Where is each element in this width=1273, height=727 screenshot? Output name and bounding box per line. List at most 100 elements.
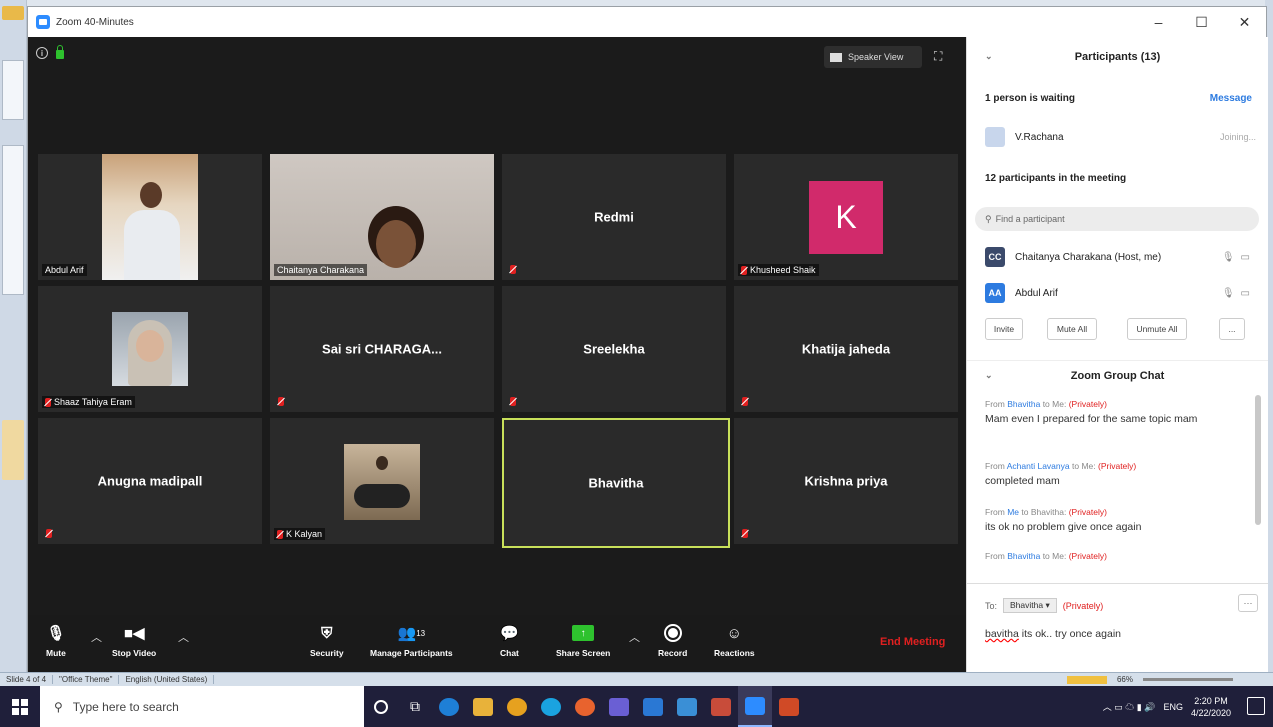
clock[interactable]: 2:20 PM 4/22/2020	[1191, 695, 1231, 719]
speaker-view-label: Speaker View	[848, 52, 904, 62]
participant-tile[interactable]: K Kalyan	[270, 418, 494, 544]
view-buttons[interactable]	[1066, 675, 1107, 684]
participant-tile[interactable]: Krishna priya	[734, 418, 958, 544]
muted-mic-icon	[510, 265, 516, 274]
collapse-chevron-icon[interactable]: ⌄	[985, 370, 993, 381]
speaker-view-button[interactable]: Speaker View	[824, 46, 922, 68]
chat-button[interactable]: 💬 Chat	[500, 623, 519, 658]
muted-mic-icon	[46, 529, 52, 538]
chat-scrollbar[interactable]	[1255, 395, 1261, 525]
share-screen-button[interactable]: ↑ Share Screen	[556, 623, 610, 658]
more-options-button[interactable]: ...	[1219, 318, 1245, 340]
chrome-icon[interactable]	[500, 686, 534, 727]
windows-taskbar: ⚲ Type here to search ⧉ ︿ ▭ ☁ ▮ 🔊 ENG 2:…	[0, 686, 1273, 727]
participant-tile[interactable]: K Khusheed Shaik	[734, 154, 958, 280]
zoom-slider[interactable]	[1143, 678, 1233, 681]
chat-input[interactable]: bavitha its ok.. try once again	[985, 628, 1121, 640]
chat-more-button[interactable]: ···	[1238, 594, 1258, 612]
chat-message: From Bhavitha to Me: (Privately) Mam eve…	[985, 399, 1198, 425]
mail-icon[interactable]	[636, 686, 670, 727]
share-screen-icon: ↑	[572, 623, 595, 643]
firefox-icon[interactable]	[568, 686, 602, 727]
reactions-button[interactable]: ☺ Reactions	[714, 623, 755, 659]
record-icon	[663, 623, 682, 643]
recipient-select[interactable]: Bhavitha ▾	[1003, 598, 1057, 613]
skype-icon[interactable]	[534, 686, 568, 727]
participant-tile[interactable]: Redmi	[502, 154, 726, 280]
participant-tile[interactable]: Shaaz Tahiya Eram	[38, 286, 262, 412]
cortana-icon[interactable]	[364, 686, 398, 727]
unmute-all-button[interactable]: Unmute All	[1127, 318, 1187, 340]
invite-button[interactable]: Invite	[985, 318, 1023, 340]
participant-video	[112, 312, 188, 386]
start-button[interactable]	[0, 686, 40, 727]
powerpoint-icon[interactable]	[772, 686, 806, 727]
participant-label: Shaaz Tahiya Eram	[42, 396, 135, 408]
participant-search-input[interactable]: ⚲ Find a participant	[975, 207, 1259, 231]
participant-tile[interactable]: Sreelekha	[502, 286, 726, 412]
participant-row[interactable]: AA Abdul Arif 🎙▭	[985, 281, 1256, 305]
taskbar-search-input[interactable]: ⚲ Type here to search	[40, 686, 364, 727]
fullscreen-icon[interactable]: ⛶	[934, 49, 948, 63]
mute-all-button[interactable]: Mute All	[1047, 318, 1097, 340]
close-button[interactable]: ✕	[1223, 7, 1266, 37]
security-button[interactable]: ⛨ Security	[310, 623, 344, 659]
participant-video	[270, 154, 494, 280]
share-options-chevron-icon[interactable]: ︿	[629, 629, 640, 645]
participant-name: Krishna priya	[804, 473, 888, 489]
edge-icon[interactable]	[432, 686, 466, 727]
avatar: AA	[985, 283, 1005, 303]
participant-tile[interactable]: Khatija jaheda	[734, 286, 958, 412]
notifications-icon[interactable]	[1247, 697, 1265, 715]
waiting-room-label: 1 person is waiting	[985, 93, 1076, 104]
meeting-info-icon[interactable]: i	[36, 47, 48, 59]
speaker-view-icon	[830, 52, 842, 62]
task-view-icon[interactable]: ⧉	[398, 686, 432, 727]
maximize-button[interactable]: ☐	[1180, 7, 1223, 37]
participant-tile[interactable]: Chaitanya Charakana	[270, 154, 494, 280]
participant-tile[interactable]: Anugna madipall	[38, 418, 262, 544]
participant-tile[interactable]: Abdul Arif	[38, 154, 262, 280]
record-button[interactable]: Record	[658, 623, 687, 658]
zoom-icon[interactable]	[738, 686, 772, 727]
stop-video-button[interactable]: ■◀ Stop Video	[112, 623, 156, 658]
muted-mic-icon	[742, 397, 748, 406]
app-icon[interactable]	[704, 686, 738, 727]
muted-mic-icon	[741, 265, 747, 275]
background-app-strip	[0, 0, 27, 672]
zoom-window: Zoom 40-Minutes – ☐ ✕ i Speaker View ⛶ A…	[27, 6, 1268, 673]
participant-video	[102, 154, 198, 280]
audio-options-chevron-icon[interactable]: ︿	[91, 629, 102, 645]
video-options-chevron-icon[interactable]: ︿	[178, 629, 189, 645]
search-icon: ⚲	[985, 213, 992, 224]
message-waiting-link[interactable]: Message	[1210, 93, 1252, 104]
participant-video	[344, 444, 420, 520]
side-panel: ⌄ Participants (13) 1 person is waiting …	[966, 37, 1268, 673]
participant-name: Sreelekha	[583, 341, 645, 357]
chat-message: From Achanti Lavanya to Me: (Privately) …	[985, 461, 1137, 487]
participants-header: ⌄ Participants (13)	[985, 51, 1161, 63]
waiting-participant-row[interactable]: V.Rachana Joining...	[985, 125, 1256, 149]
microphone-icon: 🎙	[46, 625, 66, 642]
participant-name: Bhavitha	[588, 475, 644, 491]
slide-thumbnail	[2, 60, 24, 120]
tray-icons[interactable]: ︿ ▭ ☁ ▮ 🔊	[1103, 700, 1156, 713]
encryption-lock-icon[interactable]	[56, 45, 64, 59]
collapse-chevron-icon[interactable]: ⌄	[985, 51, 993, 62]
participant-tile-active-speaker[interactable]: Bhavitha	[502, 418, 730, 548]
store-icon[interactable]	[670, 686, 704, 727]
video-area: i Speaker View ⛶ Abdul Arif Chaitanya Ch…	[28, 37, 966, 673]
zoom-level: 66%	[1116, 675, 1133, 684]
participant-row[interactable]: CC Chaitanya Charakana (Host, me) 🎙▭	[985, 245, 1256, 269]
participants-icon: 👥 13	[397, 625, 426, 642]
file-explorer-icon[interactable]	[466, 686, 500, 727]
minimize-button[interactable]: –	[1137, 7, 1180, 37]
participant-tile[interactable]: Sai sri CHARAGA...	[270, 286, 494, 412]
in-meeting-label: 12 participants in the meeting	[985, 173, 1127, 184]
slide-thumbnail	[2, 420, 24, 480]
end-meeting-button[interactable]: End Meeting	[880, 636, 945, 648]
mute-button[interactable]: 🎙 Mute	[46, 623, 66, 658]
manage-participants-button[interactable]: 👥 13 Manage Participants	[370, 623, 453, 658]
paint-icon[interactable]	[602, 686, 636, 727]
input-language[interactable]: ENG	[1163, 702, 1183, 712]
